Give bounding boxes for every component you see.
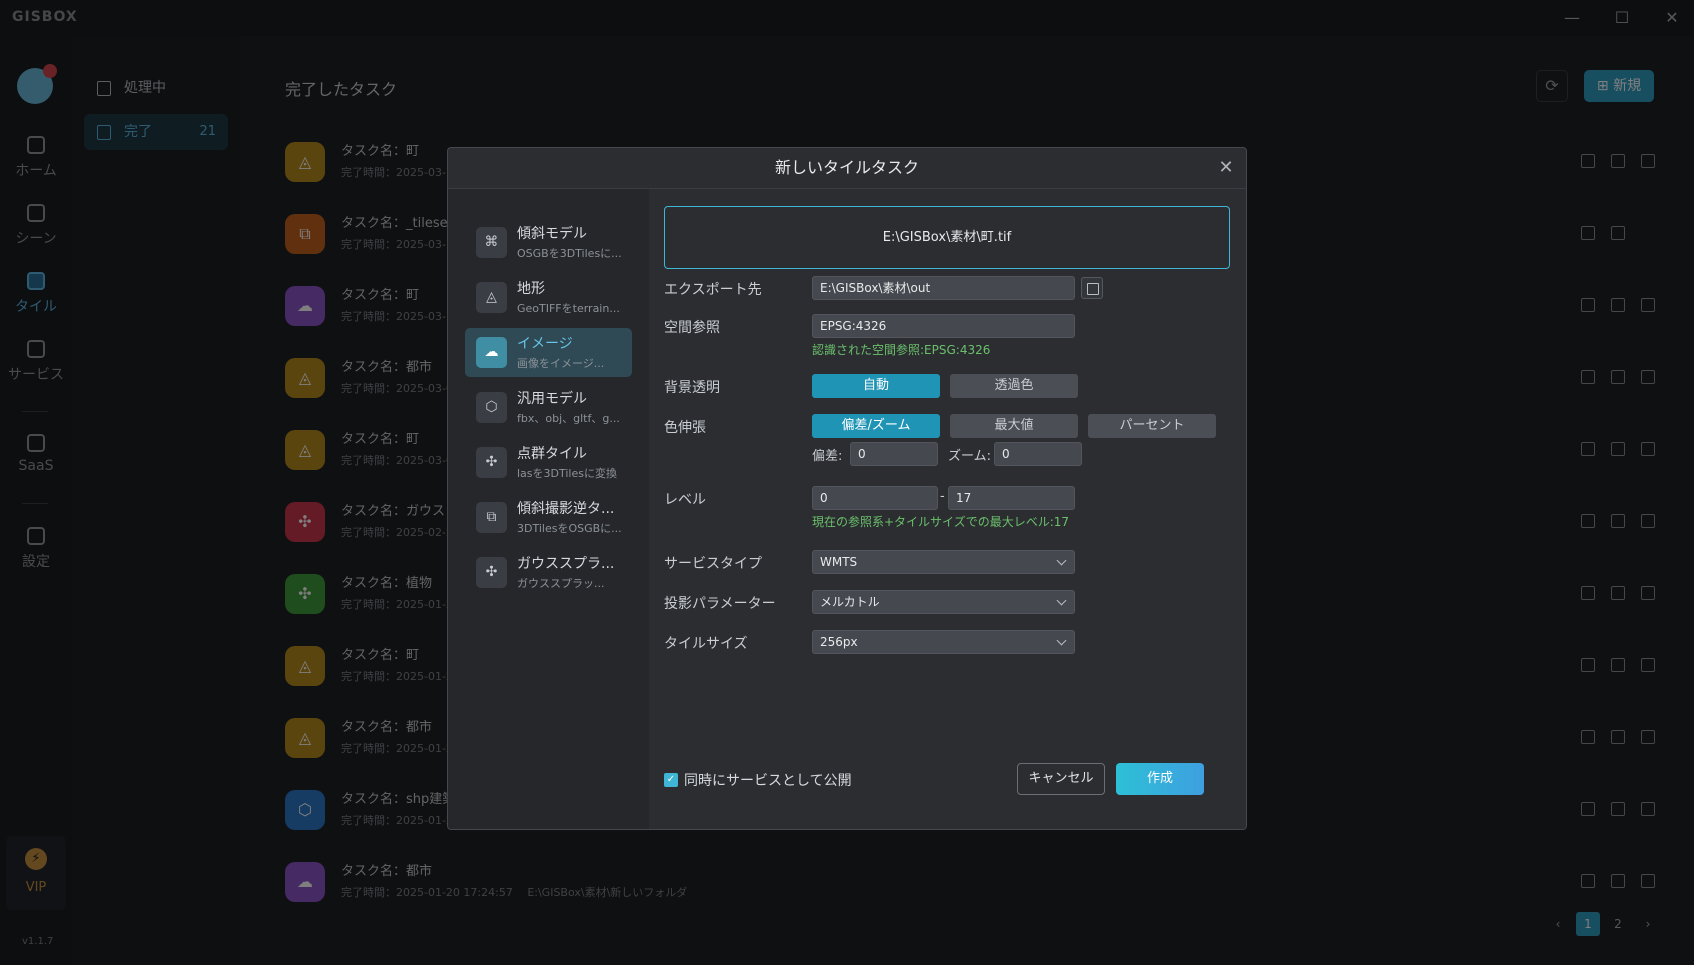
category-title: 地形: [517, 281, 545, 297]
bg-transparent-color-option[interactable]: 透過色: [950, 374, 1078, 398]
dialog-header: 新しいタイルタスク ✕: [448, 148, 1246, 189]
category-title: ガウススプラ...: [517, 556, 615, 572]
service-type-label: サービスタイプ: [664, 556, 762, 572]
image-icon: ☁: [476, 337, 507, 368]
dialog-title: 新しいタイルタスク: [774, 158, 919, 177]
deviation-input[interactable]: 0: [850, 442, 938, 466]
category-subtitle: ガウススプラッ...: [517, 577, 605, 590]
zoom-label: ズーム:: [948, 449, 991, 464]
projection-label: 投影パラメーター: [664, 596, 776, 612]
publish-label: 同時にサービスとして公開: [684, 773, 852, 789]
create-button[interactable]: 作成: [1116, 763, 1204, 795]
category-subtitle: OSGBを3DTilesに...: [517, 247, 622, 260]
reverse-icon: ⧉: [476, 502, 507, 533]
category-subtitle: GeoTIFFをterrain...: [517, 302, 620, 315]
source-file-dropzone[interactable]: E:\GISBox\素材\町.tif: [664, 206, 1230, 269]
tile-size-label: タイルサイズ: [664, 636, 748, 652]
close-icon[interactable]: ✕: [1216, 148, 1236, 188]
export-path-input[interactable]: E:\GISBox\素材\out: [812, 276, 1075, 300]
export-label: エクスポート先: [664, 282, 762, 298]
category-subtitle: lasを3DTilesに変換: [517, 467, 617, 480]
category-image[interactable]: ☁ イメージ 画像をイメージ...: [465, 328, 632, 377]
category-oblique-model[interactable]: ⌘ 傾斜モデル OSGBを3DTilesに...: [465, 218, 632, 267]
level-label: レベル: [664, 492, 706, 508]
stretch-deviation-zoom-option[interactable]: 偏差/ズーム: [812, 414, 940, 438]
category-title: 傾斜モデル: [517, 226, 587, 242]
level-max-input[interactable]: 17: [948, 486, 1075, 510]
crs-input[interactable]: EPSG:4326: [812, 314, 1075, 338]
terrain-icon: ◬: [476, 282, 507, 313]
zoom-input[interactable]: 0: [994, 442, 1082, 466]
point-cloud-icon: ✣: [476, 447, 507, 478]
level-min-input[interactable]: 0: [812, 486, 938, 510]
category-title: 点群タイル: [517, 446, 587, 462]
category-panel: ⌘ 傾斜モデル OSGBを3DTilesに... ◬ 地形 GeoTIFFをte…: [448, 189, 649, 829]
category-title: 汎用モデル: [517, 391, 587, 407]
level-hint: 現在の参照系+タイルサイズでの最大レベル:17: [812, 515, 1070, 529]
category-point-cloud[interactable]: ✣ 点群タイル lasを3DTilesに変換: [465, 438, 632, 487]
folder-icon[interactable]: [1081, 277, 1103, 299]
category-subtitle: 画像をイメージ...: [517, 357, 605, 370]
cancel-button[interactable]: キャンセル: [1017, 763, 1105, 795]
crs-hint: 認識された空間参照:EPSG:4326: [812, 343, 991, 357]
stretch-label: 色伸張: [664, 420, 706, 436]
category-subtitle: 3DTilesをOSGBに...: [517, 522, 622, 535]
stretch-max-option[interactable]: 最大値: [950, 414, 1078, 438]
task-form: E:\GISBox\素材\町.tif エクスポート先 E:\GISBox\素材\…: [649, 189, 1246, 829]
bg-auto-option[interactable]: 自動: [812, 374, 940, 398]
category-oblique-reverse[interactable]: ⧉ 傾斜撮影逆タ... 3DTilesをOSGBに...: [465, 493, 632, 542]
projection-select[interactable]: メルカトル: [812, 590, 1075, 614]
category-title: イメージ: [517, 336, 573, 352]
publish-checkbox[interactable]: ✓: [664, 773, 678, 787]
crs-label: 空間参照: [664, 320, 720, 336]
oblique-model-icon: ⌘: [476, 227, 507, 258]
service-type-select[interactable]: WMTS: [812, 550, 1075, 574]
background-label: 背景透明: [664, 380, 720, 396]
stretch-percent-option[interactable]: パーセント: [1088, 414, 1216, 438]
category-subtitle: fbx、obj、gltf、g...: [517, 412, 620, 425]
category-generic-model[interactable]: ⬡ 汎用モデル fbx、obj、gltf、g...: [465, 383, 632, 432]
tile-size-select[interactable]: 256px: [812, 630, 1075, 654]
category-title: 傾斜撮影逆タ...: [517, 501, 615, 517]
model-icon: ⬡: [476, 392, 507, 423]
deviation-label: 偏差:: [812, 449, 843, 464]
level-separator: -: [940, 489, 945, 504]
gaussian-icon: ✣: [476, 557, 507, 588]
new-tile-task-dialog: 新しいタイルタスク ✕ ⌘ 傾斜モデル OSGBを3DTilesに... ◬ 地…: [447, 147, 1247, 830]
category-terrain[interactable]: ◬ 地形 GeoTIFFをterrain...: [465, 273, 632, 322]
category-gaussian-splat[interactable]: ✣ ガウススプラ... ガウススプラッ...: [465, 548, 632, 597]
